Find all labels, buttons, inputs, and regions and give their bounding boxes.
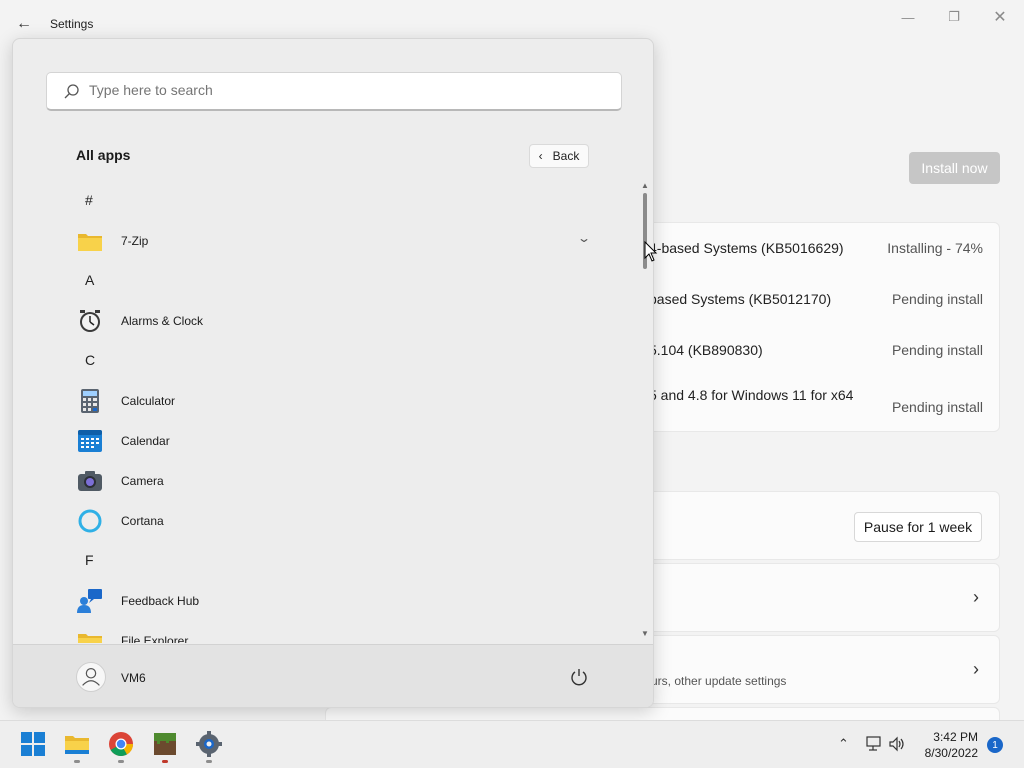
- letter-label: F: [85, 552, 94, 568]
- all-apps-title: All apps: [76, 147, 131, 163]
- update-name: 5 and 4.8 for Windows 11 for x64: [649, 387, 854, 403]
- scroll-down-arrow-icon[interactable]: ▼: [641, 629, 649, 638]
- maximize-button[interactable]: ❐: [936, 6, 972, 28]
- pause-for-week-button[interactable]: Pause for 1 week: [854, 512, 982, 542]
- start-icon[interactable]: [20, 731, 46, 757]
- cortana-icon: [78, 509, 102, 533]
- chevron-up-icon[interactable]: ⌃: [838, 736, 849, 752]
- search-box[interactable]: [46, 72, 622, 111]
- app-label: Calculator: [121, 394, 176, 408]
- app-item-camera[interactable]: Camera: [13, 461, 633, 501]
- user-name[interactable]: VM6: [121, 671, 146, 685]
- update-history-card[interactable]: ›: [640, 563, 1000, 632]
- update-row: 5 and 4.8 for Windows 11 for x64 Pending…: [641, 381, 1001, 415]
- running-indicator: [206, 760, 212, 763]
- update-status: Pending install: [891, 291, 983, 307]
- app-list: # 7-Zip ⌄ A Alarms & Clock C Calculator …: [13, 181, 633, 643]
- power-icon[interactable]: [569, 667, 589, 687]
- calendar-icon: [78, 430, 102, 452]
- update-status: Installing - 74%: [887, 240, 983, 256]
- back-arrow-icon[interactable]: ←: [14, 14, 34, 34]
- app-item-calculator[interactable]: Calculator: [13, 381, 633, 421]
- back-button[interactable]: ‹ Back: [529, 144, 589, 168]
- clock-time: 3:42 PM: [933, 730, 978, 744]
- app-item-cortana[interactable]: Cortana: [13, 501, 633, 541]
- app-label: File Explorer: [121, 634, 189, 643]
- letter-label: A: [85, 272, 95, 288]
- calculator-icon: [81, 389, 99, 413]
- chevron-down-icon[interactable]: ⌄: [577, 231, 591, 245]
- volume-icon[interactable]: [888, 736, 906, 752]
- chevron-left-icon: ‹: [538, 149, 543, 163]
- search-icon: [64, 84, 79, 99]
- install-now-button[interactable]: Install now: [909, 152, 1000, 184]
- close-button[interactable]: ✕: [982, 6, 1018, 28]
- letter-label: C: [85, 352, 96, 368]
- app-item-file-explorer[interactable]: File Explorer: [13, 621, 633, 643]
- update-row: based Systems (KB5012170) Pending instal…: [641, 285, 1001, 315]
- update-name: 4-based Systems (KB5016629): [649, 240, 844, 256]
- search-input[interactable]: [89, 82, 589, 98]
- app-item-calendar[interactable]: Calendar: [13, 421, 633, 461]
- advanced-options-description: urs, other update settings: [651, 674, 787, 688]
- app-label: Calendar: [121, 434, 170, 448]
- running-indicator: [162, 760, 168, 763]
- app-label: Alarms & Clock: [121, 314, 204, 328]
- network-icon[interactable]: [864, 736, 882, 752]
- app-item-alarms-clock[interactable]: Alarms & Clock: [13, 301, 633, 341]
- clock[interactable]: 3:42 PM 8/30/2022: [912, 729, 978, 761]
- taskbar: ⌃ 3:42 PM 8/30/2022 1: [0, 720, 1024, 768]
- letter-header[interactable]: F: [13, 541, 633, 581]
- update-row: 5.104 (KB890830) Pending install: [641, 336, 1001, 366]
- letter-header[interactable]: #: [13, 181, 633, 221]
- update-status: Pending install: [891, 399, 983, 415]
- letter-header[interactable]: A: [13, 261, 633, 301]
- partial-card: [325, 707, 1000, 720]
- app-item-7zip[interactable]: 7-Zip ⌄: [13, 221, 633, 261]
- alarm-clock-icon: [80, 310, 100, 332]
- chevron-right-icon: ›: [973, 659, 979, 679]
- minecraft-icon[interactable]: [152, 731, 178, 757]
- app-label: Feedback Hub: [121, 594, 200, 608]
- update-name: based Systems (KB5012170): [649, 291, 832, 307]
- scroll-up-arrow-icon[interactable]: ▲: [641, 181, 649, 190]
- mouse-cursor-icon: [644, 241, 658, 262]
- back-label: Back: [552, 149, 580, 163]
- update-row: 4-based Systems (KB5016629) Installing -…: [641, 234, 1001, 264]
- update-name: 5.104 (KB890830): [649, 342, 763, 358]
- window-title: Settings: [50, 17, 94, 31]
- minimize-button[interactable]: —: [890, 6, 926, 28]
- pause-updates-card: Pause for 1 week: [640, 491, 1000, 560]
- update-status: Pending install: [891, 342, 983, 358]
- chevron-right-icon: ›: [973, 587, 979, 607]
- app-label: Camera: [121, 474, 164, 488]
- updates-list-card: 4-based Systems (KB5016629) Installing -…: [640, 222, 1000, 432]
- running-indicator: [118, 760, 124, 763]
- app-label: 7-Zip: [121, 234, 149, 248]
- chrome-icon[interactable]: [108, 731, 134, 757]
- letter-label: #: [85, 192, 93, 208]
- app-label: Cortana: [121, 514, 164, 528]
- start-footer: VM6: [13, 644, 653, 707]
- advanced-options-card[interactable]: urs, other update settings ›: [640, 635, 1000, 704]
- feedback-hub-icon: [77, 589, 102, 613]
- letter-header[interactable]: C: [13, 341, 633, 381]
- clock-date: 8/30/2022: [924, 746, 978, 760]
- camera-icon: [78, 471, 102, 491]
- notification-badge[interactable]: 1: [987, 737, 1003, 753]
- file-explorer-icon[interactable]: [64, 731, 90, 757]
- app-item-feedback-hub[interactable]: Feedback Hub: [13, 581, 633, 621]
- user-avatar-icon[interactable]: [76, 662, 106, 692]
- folder-icon: [78, 634, 102, 643]
- running-indicator: [74, 760, 80, 763]
- folder-icon: [78, 234, 102, 251]
- start-menu: All apps ‹ Back # 7-Zip ⌄ A: [12, 38, 654, 708]
- settings-gear-icon[interactable]: [196, 731, 222, 757]
